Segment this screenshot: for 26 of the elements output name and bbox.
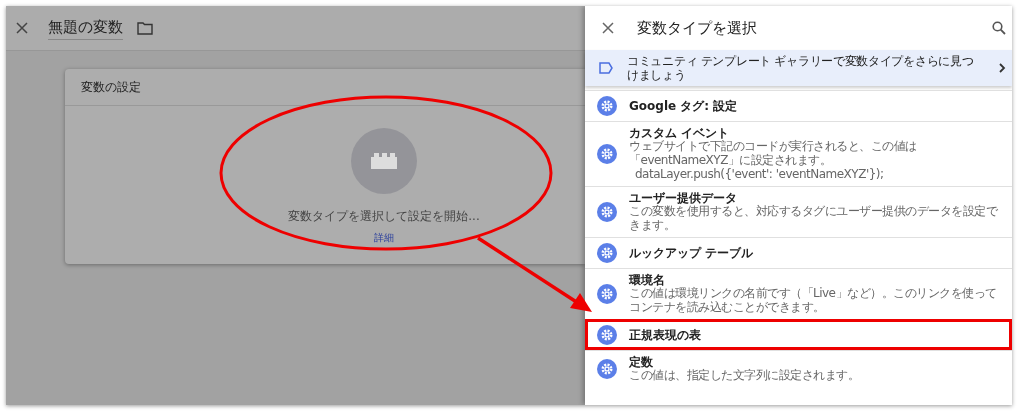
variable-title[interactable]: 無題の変数: [48, 16, 123, 40]
variable-type-item[interactable]: Google タグ: 設定: [585, 90, 1012, 121]
gear-icon: [597, 324, 617, 345]
card-title: 変数の設定: [65, 69, 585, 106]
prompt-text: 変数タイプを選択して設定を開始...: [288, 208, 480, 225]
gallery-banner[interactable]: コミュニティ テンプレート ギャラリーで変数タイプをさらに見つけましょう: [585, 50, 1012, 86]
close-icon[interactable]: [16, 22, 28, 34]
details-link[interactable]: 詳細: [374, 231, 394, 245]
variable-type-item[interactable]: ルックアップ テーブル: [585, 236, 1012, 268]
gear-icon: [597, 283, 617, 304]
gear-icon: [597, 201, 617, 222]
variable-type-item[interactable]: 定数 この値は、指定した文字列に設定されます。: [585, 349, 1012, 387]
gear-icon: [597, 242, 617, 263]
variable-type-item[interactable]: ユーザー提供データ この変数を使用すると、対応するタグにユーザー提供のデータを設定できます。: [585, 185, 1012, 237]
gear-icon: [597, 358, 617, 379]
gear-icon: [597, 96, 617, 116]
tag-icon: [599, 62, 613, 74]
variable-type-item[interactable]: 環境名 この値は環境リンクの名前です（「Live」など）。このリンクを使ってコンテナを読み込むことができます。: [585, 267, 1012, 319]
folder-icon[interactable]: [137, 21, 153, 35]
panel-title: 変数タイプを選択: [637, 18, 758, 38]
chevron-icon: [998, 63, 1006, 73]
variable-type-item[interactable]: 正規表現の表: [585, 318, 1012, 350]
variable-type-item[interactable]: カスタム イベント ウェブサイトで下記のコードが実行されると、この値は「eventNameXYZ」に設定されます。 dataLayer.push({'event': 'eventNameXYZ'});: [585, 121, 1012, 186]
gear-icon: [597, 143, 617, 164]
search-icon[interactable]: [992, 21, 1006, 35]
close-icon[interactable]: [602, 22, 614, 34]
